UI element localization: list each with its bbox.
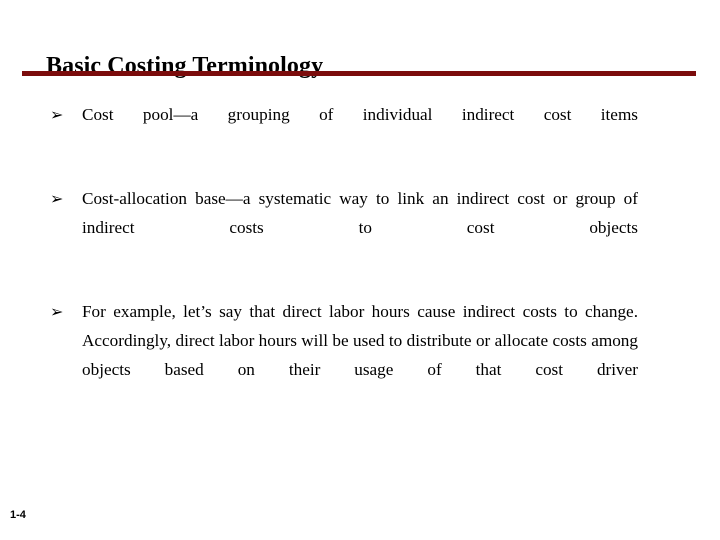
page-title: Basic Costing Terminology (46, 53, 324, 80)
list-item: ➢ Cost-allocation base—a systematic way … (50, 184, 638, 271)
presentation-slide: Basic Costing Terminology ➢ Cost pool—a … (0, 0, 720, 540)
list-item: ➢ Cost pool—a grouping of individual ind… (50, 100, 638, 158)
list-item-text: Cost pool—a grouping of individual indir… (82, 105, 638, 124)
title-divider-rule (22, 71, 696, 76)
list-item-text: For example, let’s say that direct labor… (82, 302, 638, 379)
slide-number: 1-4 (10, 509, 26, 521)
arrowhead-bullet-icon: ➢ (50, 189, 64, 208)
arrowhead-bullet-icon: ➢ (50, 105, 64, 124)
list-item-text: Cost-allocation base—a systematic way to… (82, 189, 638, 237)
arrowhead-bullet-icon: ➢ (50, 302, 64, 321)
list-item: ➢ For example, let’s say that direct lab… (50, 297, 638, 413)
bullet-list: ➢ Cost pool—a grouping of individual ind… (50, 100, 638, 413)
